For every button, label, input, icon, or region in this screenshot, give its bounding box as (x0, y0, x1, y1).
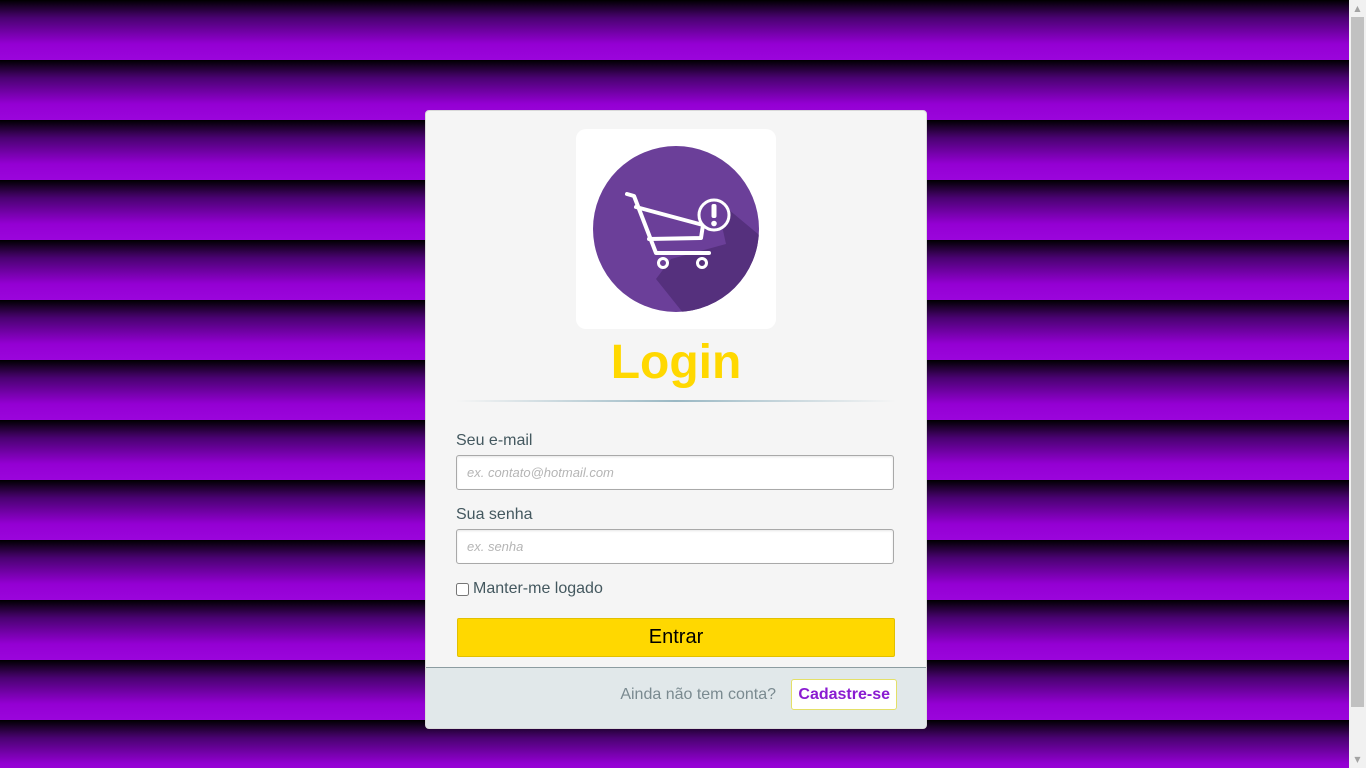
card-footer: Ainda não tem conta? Cadastre-se (426, 667, 926, 728)
shopping-cart-alert-icon (593, 146, 759, 312)
scroll-thumb[interactable] (1351, 17, 1364, 707)
email-field[interactable] (456, 455, 894, 490)
logo (576, 129, 776, 329)
scroll-up-icon[interactable]: ▲ (1349, 0, 1366, 17)
login-button[interactable]: Entrar (457, 618, 895, 657)
scroll-down-icon[interactable]: ▼ (1349, 751, 1366, 768)
login-card: Login Seu e-mail Sua senha Manter-me log… (425, 110, 927, 729)
remember-me-row: Manter-me logado (456, 579, 603, 599)
email-label: Seu e-mail (456, 432, 533, 449)
password-label: Sua senha (456, 506, 533, 523)
signup-prompt: Ainda não tem conta? (620, 686, 776, 703)
title-divider (456, 400, 896, 402)
page-title: Login (610, 336, 742, 389)
password-field[interactable] (456, 529, 894, 564)
signup-button[interactable]: Cadastre-se (791, 679, 897, 710)
remember-me-checkbox[interactable] (456, 582, 469, 596)
remember-me-label[interactable]: Manter-me logado (473, 580, 603, 598)
page-scrollbar[interactable]: ▲ ▼ (1349, 0, 1366, 768)
